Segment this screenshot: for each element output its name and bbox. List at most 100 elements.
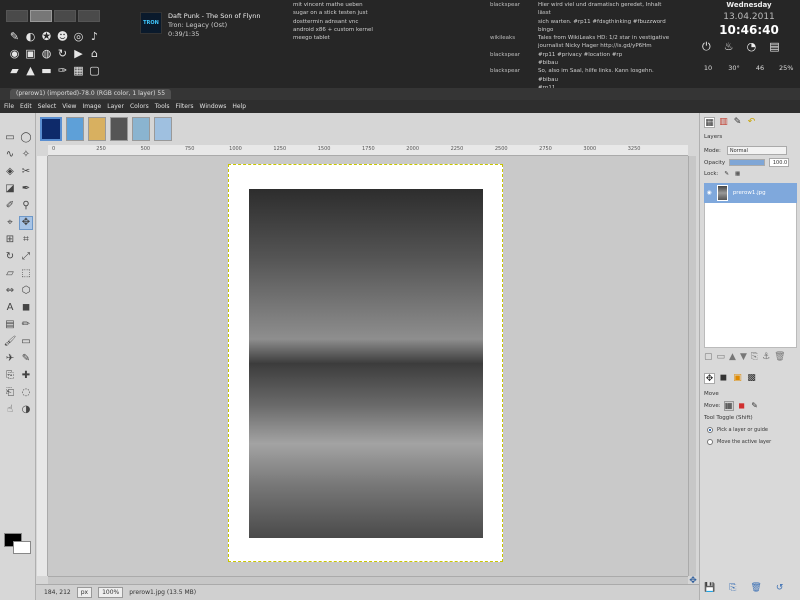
window-title[interactable]: (prerow1) (imported)-78.0 (RGB color, 1 … xyxy=(10,89,172,99)
radio-button[interactable] xyxy=(707,439,713,445)
chat-icon[interactable]: ☻ xyxy=(56,30,69,43)
lasso-tool-icon[interactable]: ∿ xyxy=(3,148,17,162)
layer-list[interactable] xyxy=(704,203,797,348)
feed-user[interactable] xyxy=(490,59,538,67)
background-color[interactable] xyxy=(13,541,31,554)
dodge-burn-tool-icon[interactable]: ◑ xyxy=(19,403,33,417)
align-tool-icon[interactable]: ⊞ xyxy=(3,233,17,247)
menu-layer[interactable]: Layer xyxy=(107,103,124,110)
image-thumbnail[interactable] xyxy=(132,117,150,141)
move-layer-icon[interactable]: ▦ xyxy=(723,401,734,411)
globe-icon[interactable]: ◉ xyxy=(8,47,21,60)
radio-button[interactable] xyxy=(707,427,713,433)
measure-tool-icon[interactable]: ⌖ xyxy=(3,216,17,230)
paths-tab-icon[interactable]: ✎ xyxy=(732,117,743,128)
lower-layer-icon[interactable]: ▼ xyxy=(740,352,747,362)
wrench-icon[interactable]: ✎ xyxy=(8,30,21,43)
rotate-tool-icon[interactable]: ↻ xyxy=(3,250,17,264)
channels-tab-icon[interactable]: ▥ xyxy=(718,117,729,128)
firefox-icon[interactable]: ◐ xyxy=(24,30,37,43)
feed-user[interactable]: wikileaks xyxy=(490,34,538,42)
image-thumbnail[interactable] xyxy=(40,117,62,141)
tag-icon[interactable]: ⌂ xyxy=(88,47,101,60)
heal-tool-icon[interactable]: ✚ xyxy=(19,369,33,383)
lock-alpha-icon[interactable]: ▦ xyxy=(735,171,740,177)
menu-image[interactable]: Image xyxy=(82,103,101,110)
doc-icon[interactable]: ▬ xyxy=(40,64,53,77)
ellipse-select-tool-icon[interactable]: ◯ xyxy=(19,131,33,145)
opacity-input[interactable]: 100.0 xyxy=(769,158,790,167)
perspective-tool-icon[interactable]: ⬚ xyxy=(19,267,33,281)
horizontal-ruler[interactable]: 0 250 500 750 1000 1250 1500 1750 2000 2250 2500 27… xyxy=(48,145,688,156)
menu-windows[interactable]: Windows xyxy=(200,103,227,110)
radio-option[interactable]: Move the active layer xyxy=(707,439,771,445)
blur-tool-icon[interactable]: ◌ xyxy=(19,386,33,400)
feed-user[interactable]: blackspear xyxy=(490,1,538,18)
music-note-icon[interactable]: ♪ xyxy=(88,30,101,43)
zoom-tool-icon[interactable]: ⚲ xyxy=(19,199,33,213)
folder-icon[interactable]: ▰ xyxy=(8,64,21,77)
feed-user[interactable]: blackspear xyxy=(490,51,538,59)
eraser-tool-icon[interactable]: ▭ xyxy=(19,335,33,349)
menu-edit[interactable]: Edit xyxy=(20,103,32,110)
tool-options-tab-icon[interactable]: ✥ xyxy=(704,373,715,384)
ink-tool-icon[interactable]: ✎ xyxy=(19,352,33,366)
play-icon[interactable]: ▶ xyxy=(72,47,85,60)
image-thumbnail[interactable] xyxy=(66,117,84,141)
move-tool-icon[interactable]: ✥ xyxy=(19,216,33,230)
unit-select[interactable]: px xyxy=(76,587,93,598)
rect-select-tool-icon[interactable]: ▭ xyxy=(3,131,17,145)
flip-tool-icon[interactable]: ⇔ xyxy=(3,284,17,298)
image-thumbnail[interactable] xyxy=(154,117,172,141)
anchor-layer-icon[interactable]: ⚓ xyxy=(762,352,770,362)
perspective-clone-tool-icon[interactable]: ⎗ xyxy=(3,386,17,400)
menu-file[interactable]: File xyxy=(4,103,14,110)
vertical-ruler[interactable] xyxy=(37,156,48,576)
refresh-icon[interactable]: ↻ xyxy=(56,47,69,60)
shear-tool-icon[interactable]: ▱ xyxy=(3,267,17,281)
blend-tool-icon[interactable]: ▤ xyxy=(3,318,17,332)
brushes-tab-icon[interactable]: ▣ xyxy=(732,373,743,384)
paths-tool-icon[interactable]: ✒ xyxy=(19,182,33,196)
color-picker-tool-icon[interactable]: ✐ xyxy=(3,199,17,213)
album-art[interactable]: TRON xyxy=(140,12,162,34)
fuzzy-select-tool-icon[interactable]: ✧ xyxy=(19,148,33,162)
layer-row[interactable]: ◉ prerow1.jpg xyxy=(704,183,797,203)
menu-filters[interactable]: Filters xyxy=(176,103,194,110)
canvas[interactable] xyxy=(48,156,688,576)
window-icon[interactable]: ▢ xyxy=(88,64,101,77)
color-select-tool-icon[interactable]: ◈ xyxy=(3,165,17,179)
pencil-tool-icon[interactable]: ✏ xyxy=(19,318,33,332)
layer-name[interactable]: prerow1.jpg xyxy=(733,190,766,196)
scissors-tool-icon[interactable]: ✂ xyxy=(19,165,33,179)
feed-user[interactable] xyxy=(490,42,538,50)
crop-tool-icon[interactable]: ⌗ xyxy=(19,233,33,247)
feed-user[interactable] xyxy=(490,18,538,35)
workspace-3[interactable] xyxy=(54,10,76,22)
scale-tool-icon[interactable]: ⤢ xyxy=(19,250,33,264)
new-group-icon[interactable]: ▭ xyxy=(717,352,726,362)
menu-tools[interactable]: Tools xyxy=(155,103,170,110)
pidgin-icon[interactable]: ◎ xyxy=(72,30,85,43)
feed-user[interactable]: blackspear xyxy=(490,67,538,84)
new-layer-icon[interactable]: ▢ xyxy=(704,352,713,362)
vertical-scrollbar[interactable] xyxy=(688,156,696,576)
raise-layer-icon[interactable]: ▲ xyxy=(729,352,736,362)
cage-tool-icon[interactable]: ⬡ xyxy=(19,284,33,298)
layers-tab-icon[interactable]: ▦ xyxy=(704,117,715,128)
image-thumbnail[interactable] xyxy=(110,117,128,141)
menu-help[interactable]: Help xyxy=(232,103,246,110)
bucket-fill-tool-icon[interactable]: ◼ xyxy=(19,301,33,315)
lock-pixels-icon[interactable]: ✎ xyxy=(724,171,729,177)
clone-tool-icon[interactable]: ⎘ xyxy=(3,369,17,383)
delete-options-icon[interactable]: 🗑 xyxy=(750,583,761,593)
reset-options-icon[interactable]: ↺ xyxy=(776,583,784,593)
terminal-icon[interactable]: ▣ xyxy=(24,47,37,60)
workspace-4[interactable] xyxy=(78,10,100,22)
restore-options-icon[interactable]: ⎘ xyxy=(729,583,736,593)
image-thumbnail[interactable] xyxy=(88,117,106,141)
device-status-tab-icon[interactable]: ◼ xyxy=(718,373,729,384)
foreground-select-tool-icon[interactable]: ◪ xyxy=(3,182,17,196)
move-path-icon[interactable]: ✎ xyxy=(750,401,760,411)
visibility-eye-icon[interactable]: ◉ xyxy=(707,190,712,196)
